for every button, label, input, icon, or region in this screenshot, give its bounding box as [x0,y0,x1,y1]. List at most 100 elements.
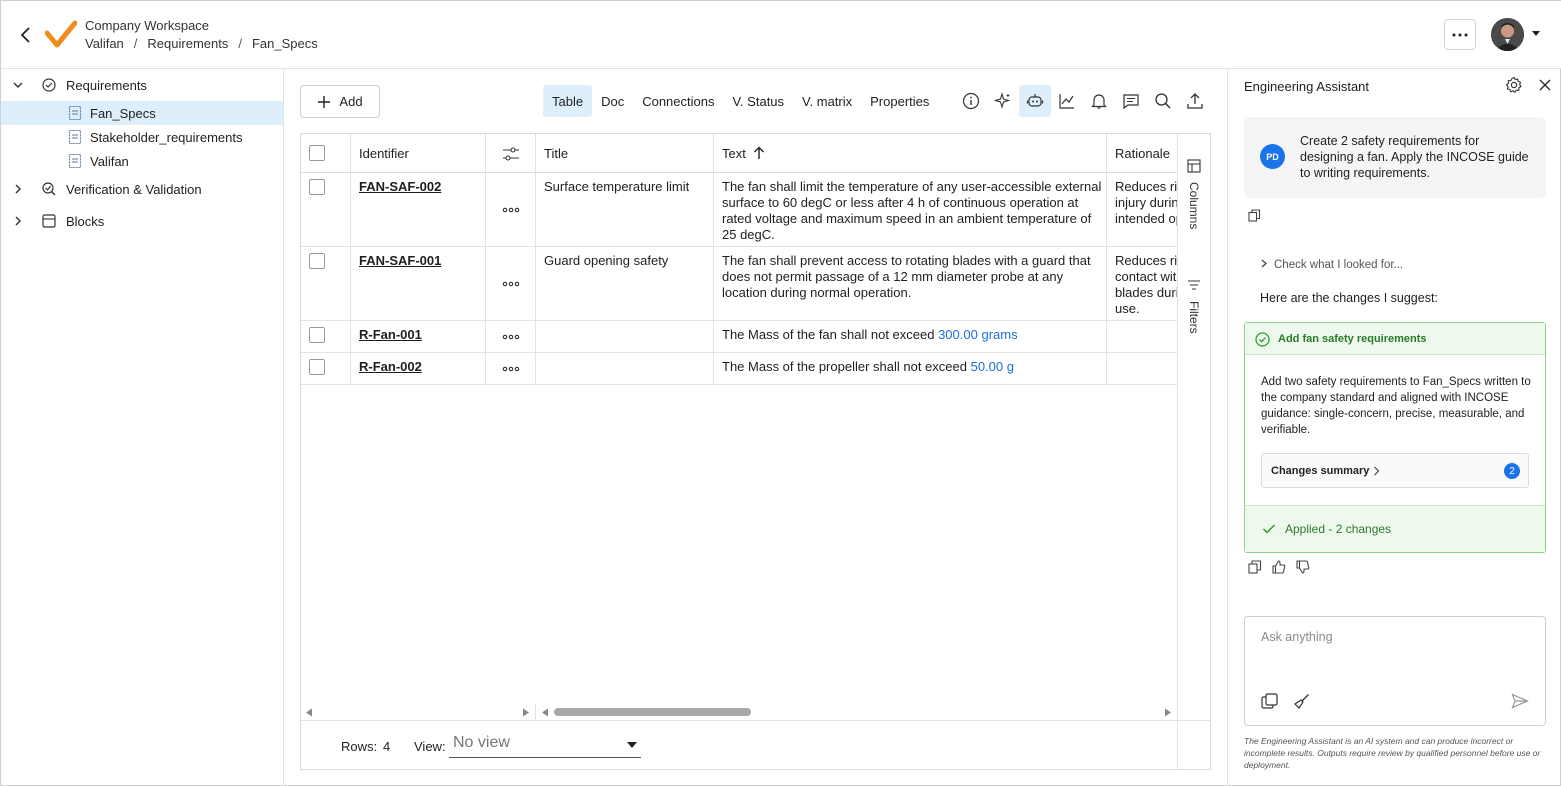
row-checkbox[interactable] [309,327,325,343]
parameter-value[interactable]: 300.00 [938,327,978,342]
table-row[interactable]: FAN-SAF-002 Surface temperature limit Th… [301,173,1177,247]
requirement-title[interactable]: Guard opening safety [544,253,668,269]
robot-icon[interactable] [1019,85,1051,117]
requirement-identifier[interactable]: R-Fan-001 [359,327,422,343]
close-icon[interactable] [1538,78,1552,92]
check-what-i-looked-for[interactable]: Check what I looked for... [1260,259,1403,271]
chevron-right-icon[interactable] [13,216,23,226]
user-message-bubble: PD Create 2 safety requirements for desi… [1244,117,1546,198]
row-checkbox[interactable] [309,359,325,375]
column-header-identifier[interactable]: Identifier [359,146,409,161]
view-label: View: [414,739,446,754]
column-settings-icon[interactable] [502,146,520,162]
column-header-text[interactable]: Text [722,146,746,161]
tree-item-stakeholder-requirements[interactable]: Stakeholder_requirements [1,125,283,149]
chevron-right-icon[interactable] [13,184,23,194]
search-icon[interactable] [1147,85,1179,117]
sort-ascending-arrow-icon[interactable] [753,146,765,160]
row-checkbox[interactable] [309,179,325,195]
table-row[interactable]: FAN-SAF-001 Guard opening safety The fan… [301,247,1177,321]
breadcrumb-separator: / [133,36,138,51]
row-actions-ellipsis-icon[interactable] [502,207,520,213]
gear-icon[interactable] [1505,76,1523,94]
send-icon[interactable] [1511,693,1529,709]
filter-icon[interactable] [1187,278,1201,292]
row-actions-ellipsis-icon[interactable] [502,366,520,372]
requirement-rationale[interactable]: Reduces ris injury durin intended op [1115,179,1177,227]
check-circle-icon [1255,332,1270,347]
scroll-left-icon[interactable] [541,708,549,717]
row-checkbox[interactable] [309,253,325,269]
tab-table[interactable]: Table [543,85,593,117]
text-line: injury durin [1115,195,1177,210]
back-arrow-icon[interactable] [17,25,35,45]
breadcrumb-valifan[interactable]: Valifan [85,36,124,51]
table-row[interactable]: R-Fan-002 The Mass of the propeller shal… [301,353,1177,385]
tree-item-blocks[interactable]: Blocks [1,209,283,233]
copy-icon[interactable] [1248,560,1262,574]
ask-input-placeholder[interactable]: Ask anything [1261,630,1333,644]
table-row[interactable]: R-Fan-001 The Mass of the fan shall not … [301,321,1177,353]
column-header-rationale[interactable]: Rationale [1115,146,1170,161]
document-icon [68,129,82,145]
tree-item-requirements[interactable]: Requirements [1,73,283,97]
requirement-identifier[interactable]: FAN-SAF-001 [359,253,441,269]
tab-properties[interactable]: Properties [861,85,938,117]
tab-v-matrix[interactable]: V. matrix [793,85,861,117]
attach-context-icon[interactable] [1261,693,1278,710]
tab-v-status[interactable]: V. Status [723,85,793,117]
scroll-left-icon[interactable] [305,708,313,717]
plus-icon [318,95,331,108]
export-icon[interactable] [1179,85,1211,117]
copy-icon[interactable] [1248,209,1261,222]
requirement-rationale[interactable]: Reduces ris contact wit blades duri use. [1115,253,1177,317]
scroll-right-icon[interactable] [1164,708,1172,717]
user-avatar[interactable] [1491,18,1524,51]
sparkle-icon[interactable] [987,85,1019,117]
chart-icon[interactable] [1051,85,1083,117]
columns-tab[interactable]: Columns [1187,182,1201,229]
requirement-identifier[interactable]: FAN-SAF-002 [359,179,441,195]
info-icon[interactable] [955,85,987,117]
requirement-identifier[interactable]: R-Fan-002 [359,359,422,375]
changes-summary-button[interactable]: Changes summary 2 [1261,453,1529,488]
select-all-checkbox[interactable] [309,145,325,161]
tree-item-verification-validation[interactable]: Verification & Validation [1,177,283,201]
view-select[interactable]: No view [449,731,641,758]
tree-item-valifan[interactable]: Valifan [1,149,283,173]
filters-tab[interactable]: Filters [1187,301,1201,334]
tab-connections[interactable]: Connections [633,85,723,117]
thumbs-up-icon[interactable] [1272,560,1286,574]
requirement-text[interactable]: The Mass of the fan shall not exceed 300… [722,327,1018,343]
columns-icon[interactable] [1187,159,1201,173]
scroll-right-icon[interactable] [522,708,530,717]
add-button[interactable]: Add [300,85,380,118]
chevron-down-icon[interactable] [13,80,23,90]
tree-item-fan-specs[interactable]: Fan_Specs [1,101,283,125]
row-actions-ellipsis-icon[interactable] [502,281,520,287]
more-options-button[interactable] [1444,19,1476,50]
parameter-unit[interactable]: g [1007,359,1014,374]
tab-doc[interactable]: Doc [592,85,633,117]
avatar-dropdown-caret-icon[interactable] [1532,31,1540,36]
parameter-unit[interactable]: grams [981,327,1017,342]
clear-brush-icon[interactable] [1293,693,1310,710]
scrollbar-thumb[interactable] [554,708,751,716]
assistant-title: Engineering Assistant [1244,79,1370,94]
thumbs-down-icon[interactable] [1296,560,1310,574]
column-header-title[interactable]: Title [544,146,568,161]
requirement-text[interactable]: The fan shall limit the temperature of a… [722,179,1102,243]
bell-icon[interactable] [1083,85,1115,117]
scroll-divider [535,704,536,720]
row-actions-ellipsis-icon[interactable] [502,334,520,340]
parameter-value[interactable]: 50.00 [971,359,1004,374]
comments-icon[interactable] [1115,85,1147,117]
requirement-title[interactable]: Surface temperature limit [544,179,689,195]
requirement-text[interactable]: The fan shall prevent access to rotating… [722,253,1102,301]
breadcrumb-fan-specs[interactable]: Fan_Specs [252,36,318,51]
requirement-text[interactable]: The Mass of the propeller shall not exce… [722,359,1014,375]
changes-summary-label: Changes summary [1271,465,1370,477]
horizontal-scrollbar[interactable] [301,704,1177,720]
breadcrumb-requirements[interactable]: Requirements [147,36,228,51]
ask-input-box[interactable]: Ask anything [1244,616,1546,726]
